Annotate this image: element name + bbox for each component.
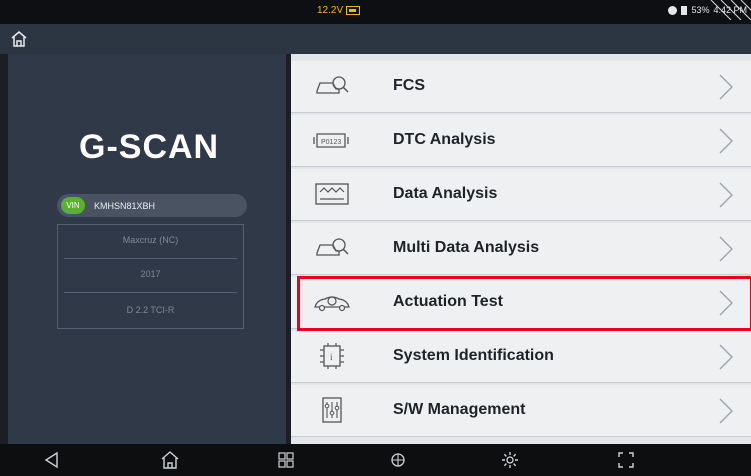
sliders-icon — [322, 397, 342, 423]
menu-item-data-analysis[interactable]: Data Analysis — [291, 169, 751, 221]
car-scan-icon — [316, 76, 349, 94]
divider — [64, 258, 237, 259]
menu-label: Data Analysis — [393, 185, 498, 202]
menu-item-system-identification[interactable]: i System Identification — [291, 331, 751, 383]
vehicle-details-box: Maxcruz (NC) 2017 D 2.2 TCI-R — [57, 224, 244, 329]
battery-icon — [346, 6, 361, 15]
recent-apps-icon[interactable] — [276, 450, 296, 470]
chevron-right-icon — [719, 74, 733, 100]
status-bar: 12.2V 53% 4:42 PM — [0, 0, 751, 24]
back-icon[interactable] — [42, 450, 62, 470]
voltage-text: 12.2V — [317, 5, 344, 16]
corner-decoration — [710, 0, 751, 20]
chevron-right-icon — [719, 344, 733, 370]
vehicle-battery-indicator: 12.2V — [317, 5, 361, 16]
menu-item-sw-management[interactable]: S/W Management — [291, 385, 751, 437]
menu-label: System Identification — [393, 347, 554, 364]
menu-label: S/W Management — [393, 401, 526, 418]
divider — [64, 292, 237, 293]
waveform-icon — [315, 183, 349, 205]
engine-dtc-icon: P0123 — [313, 133, 349, 148]
menu-item-multi-data-analysis[interactable]: Multi Data Analysis — [291, 223, 751, 275]
chevron-right-icon — [719, 182, 733, 208]
menu-item-fcs[interactable]: FCS — [291, 61, 751, 113]
svg-text:P0123: P0123 — [321, 139, 341, 146]
vehicle-model: Maxcruz (NC) — [122, 235, 179, 245]
chevron-right-icon — [719, 128, 733, 154]
home-icon[interactable] — [10, 30, 28, 48]
vehicle-engine: D 2.2 TCI-R — [126, 305, 175, 315]
chevron-right-icon — [719, 398, 733, 424]
menu-label: Multi Data Analysis — [393, 239, 540, 256]
settings-gear-icon[interactable] — [500, 450, 520, 470]
menu-label: DTC Analysis — [393, 131, 496, 148]
car-scan-icon — [316, 238, 349, 256]
globe-icon[interactable] — [388, 450, 408, 470]
navigation-bar — [0, 444, 751, 476]
screenshot-icon[interactable] — [616, 450, 636, 470]
gscan-logo: G-SCAN — [79, 128, 220, 166]
home-nav-icon[interactable] — [160, 450, 180, 470]
top-bar — [0, 24, 751, 54]
chevron-right-icon — [719, 236, 733, 262]
highlight-box — [297, 276, 751, 331]
menu-item-dtc-analysis[interactable]: P0123 DTC Analysis — [291, 115, 751, 167]
svg-text:i: i — [330, 352, 333, 362]
vehicle-year: 2017 — [140, 269, 161, 279]
vin-number: KMHSN81XBH — [94, 201, 156, 211]
chip-icon: i — [320, 343, 344, 369]
menu-label: FCS — [393, 77, 425, 94]
vin-badge: VIN — [61, 197, 85, 214]
